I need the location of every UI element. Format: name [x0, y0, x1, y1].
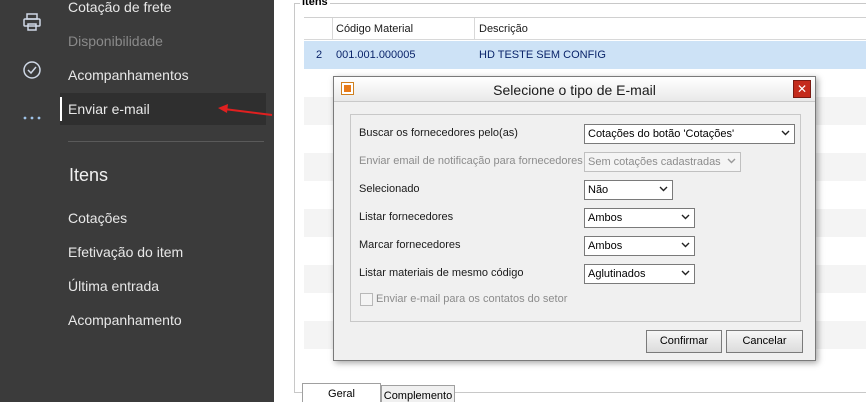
chevron-down-icon [681, 214, 690, 220]
grid-col-separator [332, 18, 333, 40]
printer-icon[interactable] [20, 10, 44, 34]
grid-col-separator [474, 18, 475, 40]
active-item-indicator [60, 97, 62, 121]
select-enviar-notificacao: Sem cotações cadastradas [584, 152, 741, 172]
select-marcar-fornecedores[interactable]: Ambos [584, 236, 695, 256]
chevron-down-icon [681, 270, 690, 276]
row-code: 001.001.000005 [336, 49, 416, 61]
label-enviar-notificacao: Enviar email de notificação para fornece… [359, 155, 583, 167]
chevron-down-icon [681, 242, 690, 248]
confirm-button[interactable]: Confirmar [646, 330, 722, 353]
menu-item-acompanhamentos[interactable]: Acompanhamentos [68, 67, 189, 83]
select-value: Cotações do botão 'Cotações' [588, 128, 735, 140]
dialog-title: Selecione o tipo de E-mail [493, 82, 656, 98]
table-row[interactable]: 2 001.001.000005 HD TESTE SEM CONFIG [304, 41, 866, 69]
app-window: Cotação de frete Disponibilidade Acompan… [0, 0, 866, 402]
contatos-setor-checkbox [360, 293, 373, 306]
chevron-down-icon [781, 130, 790, 136]
select-buscar-fornecedores[interactable]: Cotações do botão 'Cotações' [584, 124, 795, 144]
row-number: 2 [316, 49, 323, 61]
menu-item-efetivacao[interactable]: Efetivação do item [68, 244, 183, 260]
chevron-down-icon [659, 186, 668, 192]
side-menu: Cotação de frete Disponibilidade Acompan… [60, 0, 274, 402]
cancel-button[interactable]: Cancelar [726, 330, 803, 353]
close-icon[interactable]: ✕ [793, 80, 811, 98]
menu-item-cotacao-frete[interactable]: Cotação de frete [68, 0, 172, 15]
panel-gutter [274, 0, 288, 402]
dialog-options-panel: Buscar os fornecedores pelo(as) Cotações… [350, 114, 801, 322]
more-dots-icon[interactable] [20, 104, 44, 128]
menu-section-title: Itens [69, 165, 109, 185]
dialog-titlebar[interactable]: Selecione o tipo de E-mail ✕ [334, 77, 815, 102]
select-value: Não [588, 184, 609, 196]
check-circle-icon[interactable] [20, 58, 44, 82]
select-listar-materiais[interactable]: Aglutinados [584, 264, 695, 284]
menu-item-acompanhamento[interactable]: Acompanhamento [68, 312, 182, 328]
grid-header: Código Material Descrição [304, 18, 866, 40]
select-value: Sem cotações cadastradas [588, 156, 721, 168]
checkbox-label: Enviar e-mail para os contatos do setor [376, 293, 568, 305]
select-listar-fornecedores[interactable]: Ambos [584, 208, 695, 228]
label-listar-materiais: Listar materiais de mesmo código [359, 267, 524, 279]
menu-item-disponibilidade: Disponibilidade [68, 33, 163, 49]
icon-rail [0, 0, 60, 402]
select-selecionado[interactable]: Não [584, 180, 673, 200]
menu-item-enviar-email[interactable]: Enviar e-mail [68, 101, 150, 117]
menu-divider [68, 141, 264, 142]
menu-item-ultima-entrada[interactable]: Última entrada [68, 278, 159, 294]
label-listar-fornecedores: Listar fornecedores [359, 211, 454, 223]
select-value: Ambos [588, 212, 623, 224]
label-marcar-fornecedores: Marcar fornecedores [359, 239, 461, 251]
grid-col-descricao[interactable]: Descrição [479, 23, 528, 35]
grid-col-codigo[interactable]: Código Material [336, 23, 413, 35]
email-type-dialog: Selecione o tipo de E-mail ✕ Buscar os f… [333, 76, 816, 361]
select-value: Aglutinados [588, 268, 646, 280]
label-selecionado: Selecionado [359, 183, 420, 195]
tab-complemento[interactable]: Complemento [381, 385, 455, 402]
annotation-arrow-icon [218, 104, 273, 116]
row-description: HD TESTE SEM CONFIG [479, 49, 606, 61]
items-group-title: Itens [300, 0, 330, 8]
select-value: Ambos [588, 240, 623, 252]
menu-item-cotacoes[interactable]: Cotações [68, 210, 127, 226]
tab-geral[interactable]: Geral [302, 383, 381, 402]
chevron-down-icon [727, 158, 736, 164]
label-buscar-fornecedores: Buscar os fornecedores pelo(as) [359, 127, 518, 139]
